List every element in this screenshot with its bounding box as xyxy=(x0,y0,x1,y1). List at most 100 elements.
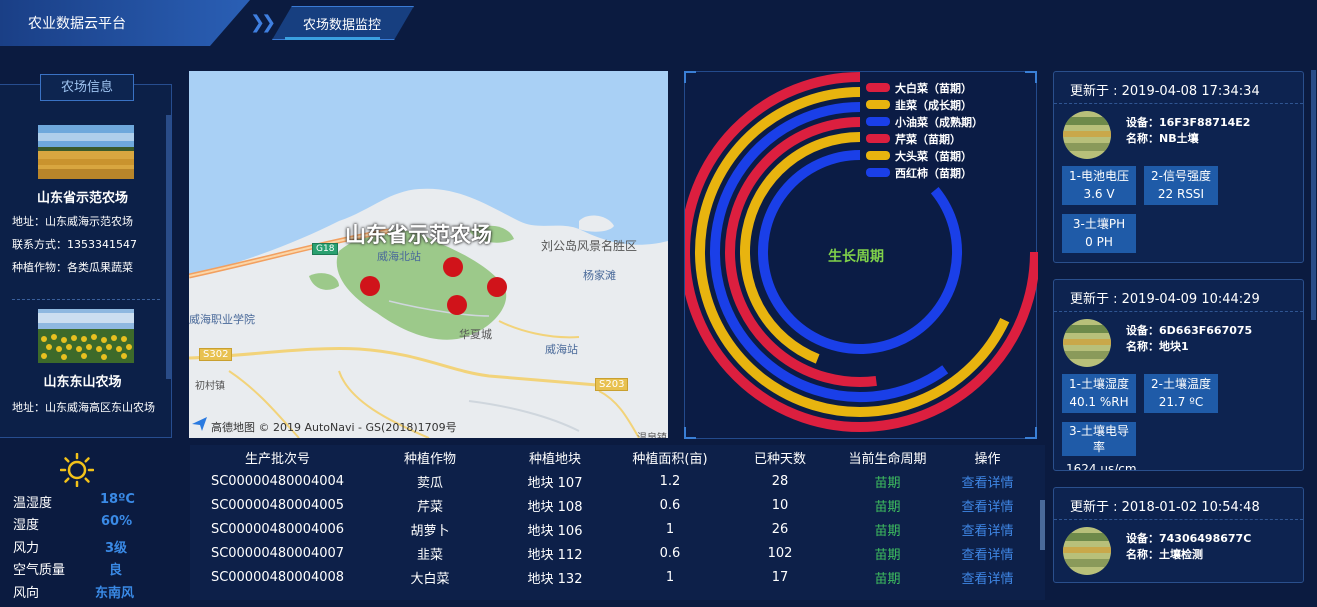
device-avatar xyxy=(1063,319,1111,367)
growth-center-label: 生长周期 xyxy=(828,249,884,265)
sensor-label: 3-土壤电导率 xyxy=(1069,424,1129,454)
column-header: 种植作物 xyxy=(403,451,456,467)
batch-number-cell: SC00000480004007 xyxy=(210,545,345,561)
table-row: SC00000480004008 大白菜 地块 132 1 17 苗期 查看详情 xyxy=(190,565,1035,589)
sensor-value: 21.7 ºC xyxy=(1158,395,1204,409)
map-label-yangjiatan: 杨家滩 xyxy=(583,269,616,282)
legend-label: 小油菜（成熟期） xyxy=(895,115,983,129)
farm-crops: 种植作物：各类瓜果蔬菜 xyxy=(12,261,133,274)
device-card[interactable]: 更新于 : 2019-04-09 10:44:29 设备：6D663F66707… xyxy=(1053,279,1304,471)
sensor-tile[interactable]: 1-土壤湿度 40.1 %RH xyxy=(1062,374,1136,413)
farm-photo-wheat xyxy=(38,125,134,179)
table-scrollbar[interactable] xyxy=(1040,500,1045,550)
sensor-tile[interactable]: 3-土壤电导率 xyxy=(1062,422,1136,456)
legend-item: 小油菜（成熟期） xyxy=(866,113,983,130)
farm-panel-header: 农场信息 xyxy=(40,74,134,101)
plot-cell: 地块 106 xyxy=(527,523,583,539)
details-link[interactable]: 查看详情 xyxy=(940,541,1035,565)
crop-cell: 大白菜 xyxy=(410,571,450,587)
sensor-value: 22 RSSI xyxy=(1157,187,1205,201)
road-badge-s302: S302 xyxy=(199,348,233,361)
details-link[interactable]: 查看详情 xyxy=(940,493,1035,517)
stage-cell: 苗期 xyxy=(874,499,901,515)
growth-cycle-chart: 大白菜（苗期） 韭菜（成长期） 小油菜（成熟期） 芹菜（苗期） 大头菜（苗期） 西红柿（苗… xyxy=(684,71,1038,439)
device-avatar xyxy=(1063,527,1111,575)
breadcrumb-separator-icon: ❯❯ xyxy=(250,12,276,33)
crop-cell: 胡萝卜 xyxy=(410,523,450,539)
sun-icon xyxy=(60,453,94,487)
device-card[interactable]: 更新于 : 2019-04-08 17:34:34 设备：16F3F88714E… xyxy=(1053,71,1304,263)
farm-card[interactable]: 山东东山农场 地址：山东威海高区东山农场 xyxy=(0,309,165,417)
weather-value: 60% xyxy=(101,514,133,529)
farm-address: 地址：山东威海高区东山农场 xyxy=(12,401,155,414)
area-cell: 0.6 xyxy=(659,545,681,561)
device-avatar xyxy=(1063,111,1111,159)
details-link[interactable]: 查看详情 xyxy=(940,469,1035,493)
column-header: 种植面积(亩) xyxy=(632,451,708,467)
farm-map[interactable]: 山东省示范农场 威海北站 刘公岛风景名胜区 杨家滩 威海职业学院 华夏城 威海站… xyxy=(189,71,668,438)
area-cell: 1 xyxy=(665,569,675,585)
device-updated: 更新于 : 2018-01-02 10:54:48 xyxy=(1054,488,1303,520)
map-provider: 高德地图 xyxy=(211,421,255,434)
legend-swatch xyxy=(866,83,890,92)
days-cell: 10 xyxy=(771,497,789,513)
sensor-label: 2-土壤温度 xyxy=(1151,377,1211,391)
legend-item: 大头菜（苗期） xyxy=(866,147,983,164)
farm-marker[interactable] xyxy=(487,277,507,297)
device-card[interactable]: 更新于 : 2018-01-02 10:54:48 设备：74306498677… xyxy=(1053,487,1304,583)
stage-cell: 苗期 xyxy=(874,547,901,563)
device-meta: 设备：74306498677C 名称：土壤检测 xyxy=(1126,531,1251,563)
batch-number-cell: SC00000480004008 xyxy=(210,569,345,585)
sensor-tile[interactable]: 3-土壤PH 0 PH xyxy=(1062,214,1136,253)
stage-cell: 苗期 xyxy=(874,475,901,491)
plot-cell: 地块 107 xyxy=(527,475,583,491)
device-list-scrollbar[interactable] xyxy=(1311,70,1316,320)
legend-label: 芹菜（苗期） xyxy=(895,132,961,146)
farm-marker[interactable] xyxy=(443,257,463,277)
farm-panel-scrollbar[interactable] xyxy=(166,115,171,379)
weather-value: 18ºC xyxy=(100,492,135,507)
legend-swatch xyxy=(866,100,890,109)
legend-swatch xyxy=(866,134,890,143)
nav-home-tab[interactable]: 农业数据云平台 xyxy=(0,0,250,46)
farm-photo-sunflower xyxy=(38,309,134,363)
map-label-station-north: 威海北站 xyxy=(377,250,421,263)
weather-label: 湿度 xyxy=(13,518,40,533)
legend-item: 芹菜（苗期） xyxy=(866,130,983,147)
legend-item: 韭菜（成长期） xyxy=(866,96,983,113)
weather-panel: 温湿度 18ºC 湿度 60% 风力 3级 空气质量 良 风向 东南风 xyxy=(0,447,190,607)
batch-table: 生产批次号 种植作物 种植地块 种植面积(亩) 已种天数 当前生命周期 操作 S… xyxy=(190,445,1035,589)
sensor-tile[interactable]: 2-土壤温度 21.7 ºC xyxy=(1144,374,1218,413)
column-header: 当前生命周期 xyxy=(848,451,927,467)
device-name: 名称：NB土壤 xyxy=(1126,132,1199,145)
farm-divider xyxy=(12,299,160,300)
road-badge-s203: S203 xyxy=(595,378,629,391)
legend-item: 西红柿（苗期） xyxy=(866,164,983,181)
farm-contact: 联系方式：1353341547 xyxy=(12,238,137,251)
legend-label: 韭菜（成长期） xyxy=(895,98,972,112)
sensor-tile[interactable]: 2-信号强度 22 RSSI xyxy=(1144,166,1218,205)
device-id: 设备：74306498677C xyxy=(1126,532,1252,545)
crop-cell: 韭菜 xyxy=(416,547,443,563)
nav-current-tab[interactable]: 农场数据监控 xyxy=(272,6,414,40)
device-id: 设备：16F3F88714E2 xyxy=(1126,116,1251,129)
sensor-value: 1624 us/cm xyxy=(1066,462,1137,471)
map-copyright: 高德地图 © 2019 AutoNavi - GS(2018)1709号 xyxy=(211,419,457,435)
farm-card[interactable]: 山东省示范农场 地址：山东威海示范农场 联系方式：1353341547 种植作物… xyxy=(0,125,165,275)
farm-marker[interactable] xyxy=(447,295,467,315)
days-cell: 102 xyxy=(767,545,793,561)
crop-cell: 荬瓜 xyxy=(416,475,443,491)
days-cell: 26 xyxy=(771,521,789,537)
stage-cell: 苗期 xyxy=(874,523,901,539)
farm-marker[interactable] xyxy=(360,276,380,296)
details-link[interactable]: 查看详情 xyxy=(940,517,1035,541)
legend-label: 大头菜（苗期） xyxy=(895,149,972,163)
details-link[interactable]: 查看详情 xyxy=(940,565,1035,589)
app-title: 农业数据云平台 xyxy=(28,16,126,32)
area-cell: 1.2 xyxy=(659,473,681,489)
sensor-tile[interactable]: 1-电池电压 3.6 V xyxy=(1062,166,1136,205)
tab-underline xyxy=(285,37,380,40)
sensor-value: 0 PH xyxy=(1085,235,1113,249)
growth-legend: 大白菜（苗期） 韭菜（成长期） 小油菜（成熟期） 芹菜（苗期） 大头菜（苗期） 西红柿（苗… xyxy=(866,79,983,181)
map-title: 山东省示范农场 xyxy=(345,223,492,247)
